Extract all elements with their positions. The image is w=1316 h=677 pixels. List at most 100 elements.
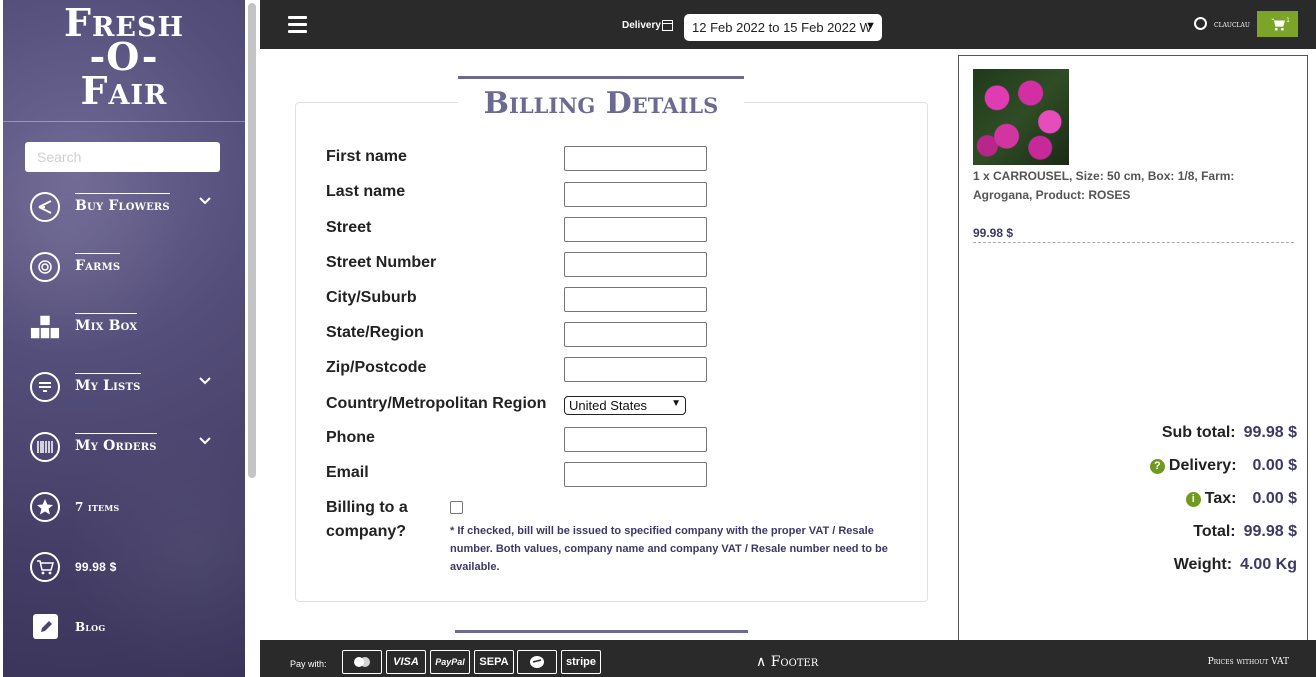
help-icon[interactable]: ?	[1149, 459, 1165, 474]
visa-icon: VISA	[386, 650, 426, 674]
sidebar-item-farms[interactable]: Farms	[3, 247, 245, 287]
country-label: Country/Metropolitan Region	[326, 395, 547, 412]
cart-icon	[30, 552, 60, 582]
delivery-date-select[interactable]: 12 Feb 2022 to 15 Feb 2022 W ▼	[684, 14, 882, 41]
info-icon[interactable]: i	[1185, 492, 1201, 507]
sidebar-item-favorites[interactable]: 7 items	[3, 487, 245, 527]
chevron-down-icon[interactable]	[199, 375, 211, 387]
globe-icon[interactable]	[1194, 17, 1207, 30]
weight-row: Weight: 4.00 Kg	[1174, 556, 1297, 574]
chevron-down-icon[interactable]	[199, 195, 211, 207]
delivery-cost-label: Delivery:	[1168, 457, 1237, 474]
user-name[interactable]: clauclau	[1214, 20, 1250, 29]
delivery-label: Delivery	[622, 20, 661, 31]
phone-field[interactable]	[564, 427, 707, 452]
sidebar-item-label: 7 items	[75, 500, 120, 514]
sidebar-item-label: My Orders	[75, 433, 157, 454]
street-label: Street	[326, 219, 372, 236]
email-label: Email	[326, 464, 369, 481]
subtotal-label: Sub total:	[1161, 424, 1236, 441]
chevron-down-icon: ▼	[865, 20, 876, 32]
barcode-icon	[30, 432, 60, 462]
sepa-icon: SEPA	[474, 650, 514, 674]
star-icon	[30, 492, 60, 522]
mastercard-icon	[342, 650, 382, 674]
boxes-icon	[30, 312, 60, 342]
tax-value: 0.00 $	[1252, 490, 1297, 507]
sidebar-item-label: My Lists	[75, 373, 141, 394]
prices-note: Prices without VAT	[1207, 657, 1289, 667]
first-name-field[interactable]	[564, 146, 707, 171]
search-input[interactable]	[25, 142, 220, 172]
price-divider	[973, 242, 1294, 243]
email-field[interactable]	[564, 462, 707, 487]
tax-label: Tax:	[1204, 490, 1237, 507]
subtotal-value: 99.98 $	[1243, 424, 1297, 441]
delivery-cost-value: 0.00 $	[1252, 457, 1297, 474]
company-label-line2: company?	[326, 523, 407, 540]
footer-toggle-link[interactable]: ∧ Footer	[756, 654, 818, 670]
street-number-field[interactable]	[564, 252, 707, 277]
country-select[interactable]: United States ▼	[564, 396, 686, 415]
last-name-label: Last name	[326, 183, 406, 200]
top-bar: Delivery 12 Feb 2022 to 15 Feb 2022 W ▼ …	[260, 0, 1316, 49]
footer-link-label: Footer	[770, 654, 819, 670]
brand-logo[interactable]: Fresh -O- Fair	[3, 4, 245, 113]
total-label: Total:	[1193, 523, 1236, 540]
billing-title: Billing Details	[458, 76, 744, 122]
chevron-down-icon[interactable]	[199, 435, 211, 447]
pay-with-label: Pay with:	[290, 659, 327, 669]
calendar-icon	[662, 20, 673, 31]
weight-label: Weight:	[1173, 556, 1233, 573]
sidebar-item-label: Blog	[75, 620, 106, 634]
bank-transfer-icon	[517, 650, 557, 674]
subtotal-row: Sub total: 99.98 $	[1162, 424, 1297, 442]
sidebar-item-my-lists[interactable]: My Lists	[3, 367, 245, 407]
sidebar-item-label: Farms	[75, 253, 121, 274]
last-name-field[interactable]	[564, 182, 707, 207]
street-number-label: Street Number	[326, 254, 437, 271]
zip-field[interactable]	[564, 357, 707, 382]
street-field[interactable]	[564, 217, 707, 242]
sidebar-panel: Fresh -O- Fair Buy Flowers Farms	[3, 0, 245, 677]
section-divider	[455, 630, 748, 633]
product-image	[973, 69, 1069, 165]
sidebar-item-my-orders[interactable]: My Orders	[3, 427, 245, 467]
double-chevron-up-icon: ∧	[756, 654, 767, 670]
flower-cone-icon	[30, 192, 60, 222]
cart-count-badge: 1	[1286, 17, 1290, 24]
cart-item-price: 99.98 $	[973, 226, 1014, 240]
state-label: State/Region	[326, 324, 424, 341]
billing-company-checkbox[interactable]	[450, 501, 463, 514]
city-field[interactable]	[564, 287, 707, 312]
company-note: * If checked, bill will be issued to spe…	[450, 525, 888, 573]
sidebar: Fresh -O- Fair Buy Flowers Farms	[0, 0, 260, 677]
country-value: United States	[569, 398, 648, 413]
sidebar-item-mix-box[interactable]: Mix Box	[3, 307, 245, 347]
sidebar-item-cart[interactable]: 99.98 $	[3, 547, 245, 587]
pencil-icon	[33, 614, 58, 639]
delivery-row: ? Delivery: 0.00 $	[1149, 457, 1297, 475]
sidebar-item-blog[interactable]: Blog	[3, 607, 245, 647]
tax-row: i Tax: 0.00 $	[1185, 490, 1297, 508]
cart-icon	[1270, 18, 1285, 31]
chevron-down-icon: ▼	[671, 398, 681, 409]
delivery-date-value: 12 Feb 2022 to 15 Feb 2022 W	[692, 20, 872, 35]
zip-label: Zip/Postcode	[326, 359, 427, 376]
total-value: 99.98 $	[1243, 523, 1297, 540]
cart-button[interactable]: 1	[1257, 11, 1298, 37]
logo-divider	[3, 121, 245, 122]
weight-value: 4.00 Kg	[1240, 556, 1297, 573]
first-name-label: First name	[326, 148, 407, 165]
list-icon	[30, 372, 60, 402]
state-field[interactable]	[564, 322, 707, 347]
sidebar-scrollbar[interactable]	[248, 3, 256, 478]
sidebar-item-label: 99.98 $	[75, 560, 117, 574]
sidebar-item-buy-flowers[interactable]: Buy Flowers	[3, 187, 245, 227]
footer-bar: Pay with: VISA PayPal SEPA stripe ∧ Foot…	[260, 640, 1316, 677]
company-label-line1: Billing to a	[326, 499, 408, 516]
sidebar-item-label: Mix Box	[75, 313, 138, 334]
cart-item-description: 1 x CARROUSEL, Size: 50 cm, Box: 1/8, Fa…	[973, 169, 1235, 202]
hamburger-menu-icon[interactable]	[288, 16, 307, 33]
logo-line-3: Fair	[80, 68, 168, 113]
